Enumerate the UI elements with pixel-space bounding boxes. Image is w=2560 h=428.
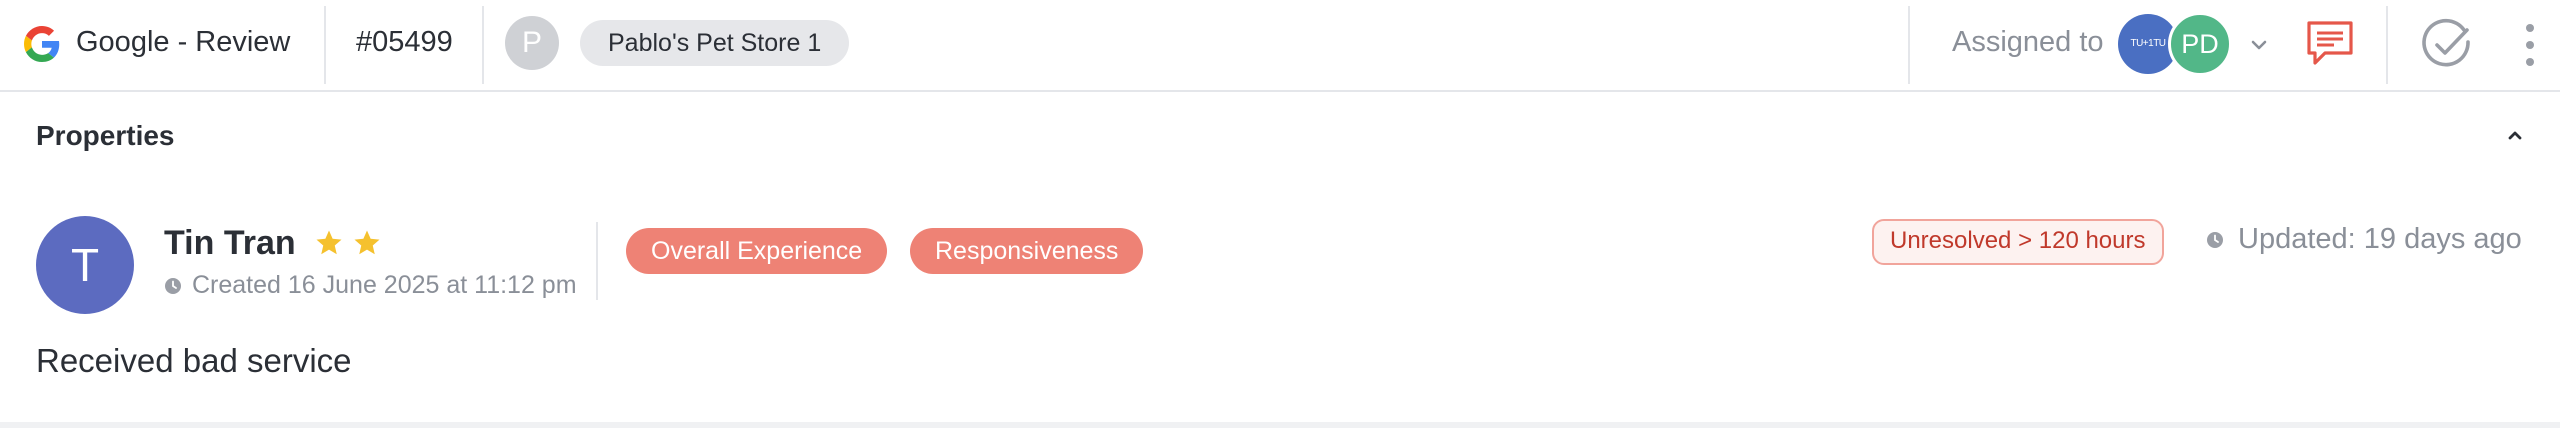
author-avatar: T [36,216,134,314]
clock-icon [165,277,181,294]
tag-overall-experience[interactable]: Overall Experience [626,228,888,274]
created-text: Created 16 June 2025 at 11:12 pm [192,271,577,299]
review-text: Received bad service [36,342,352,379]
chevron-up-icon[interactable] [2504,124,2526,146]
store-avatar: P [505,16,559,70]
tag-responsiveness[interactable]: Responsiveness [910,228,1144,274]
clock-icon [2207,231,2223,248]
divider [596,222,598,300]
assignee-avatar[interactable]: PD [2168,12,2232,76]
google-g-icon [24,26,60,62]
star-icon [354,230,380,255]
divider [324,6,326,84]
divider [1908,6,1910,84]
assigned-to-label: Assigned to [1952,26,2104,58]
store-chip[interactable]: Pablo's Pet Store 1 [580,20,850,66]
divider [2386,6,2388,84]
chat-icon[interactable] [2304,18,2356,70]
divider [0,422,2560,428]
divider [482,6,484,84]
star-rating [314,228,382,260]
updated-timestamp: Updated: 19 days ago [2206,223,2522,256]
kebab-icon[interactable] [2524,22,2536,68]
ticket-id: #05499 [356,26,453,58]
created-timestamp: Created 16 June 2025 at 11:12 pm [164,271,577,300]
sla-badge: Unresolved > 120 hours [1872,219,2164,265]
updated-text: Updated: 19 days ago [2238,223,2522,255]
properties-title: Properties [36,120,175,151]
ticket-header: Google - Review #05499 P Pablo's Pet Sto… [0,0,2560,92]
check-circle-icon[interactable] [2420,18,2474,72]
author-name: Tin Tran [164,224,296,262]
channel-label: Google - Review [76,26,291,58]
chevron-down-icon[interactable] [2248,34,2270,56]
star-icon [316,230,342,255]
